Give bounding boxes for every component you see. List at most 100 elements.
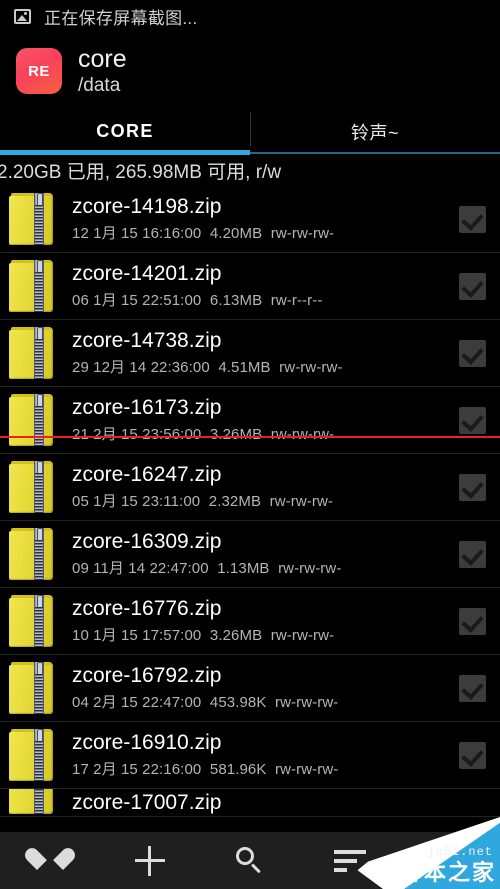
file-time: 22:47:00	[149, 560, 209, 578]
zip-folder-icon	[9, 593, 57, 649]
file-size: 6.13MB	[209, 292, 263, 310]
table-row[interactable]: zcore-16247.zip 05 1月 15 23:11:00 2.32MB…	[0, 454, 500, 521]
zip-folder-icon	[9, 459, 57, 515]
file-date: 10 1月 15	[72, 627, 138, 645]
app-header: RE core /data	[0, 40, 500, 102]
storage-info-text: 2.20GB 已用, 265.98MB 可用, r/w	[0, 161, 282, 183]
file-size: 2.32MB	[208, 493, 262, 511]
tab-core-label: CORE	[96, 121, 154, 141]
file-time: 23:56:00	[142, 426, 202, 444]
file-permissions: rw-rw-rw-	[270, 627, 335, 645]
breadcrumb-path: /data	[78, 74, 121, 96]
file-name: zcore-14201.zip	[72, 261, 222, 285]
file-row-text: zcore-16776.zip 10 1月 15 17:57:00 3.26MB…	[72, 597, 459, 646]
zip-folder-icon	[9, 258, 57, 314]
row-checkbox[interactable]	[459, 205, 486, 233]
table-row[interactable]: zcore-16792.zip 04 2月 15 22:47:00 453.98…	[0, 655, 500, 722]
file-list[interactable]: zcore-14198.zip 12 1月 15 16:16:00 4.20MB…	[0, 186, 500, 832]
zip-folder-icon	[9, 191, 57, 247]
file-name: zcore-16776.zip	[72, 596, 222, 620]
file-date: 04 2月 15	[72, 694, 138, 712]
file-name: zcore-16910.zip	[72, 730, 222, 754]
table-row[interactable]: zcore-14198.zip 12 1月 15 16:16:00 4.20MB…	[0, 186, 500, 253]
file-permissions: rw-r--r--	[270, 292, 323, 310]
storage-info-bar: 2.20GB 已用, 265.98MB 可用, r/w	[0, 155, 500, 185]
file-name: zcore-16309.zip	[72, 529, 222, 553]
file-meta: 06 1月 15 22:51:00 6.13MB rw-r--r--	[72, 289, 459, 310]
file-meta: 10 1月 15 17:57:00 3.26MB rw-rw-rw-	[72, 624, 459, 645]
file-time: 23:11:00	[142, 493, 201, 511]
table-row[interactable]: zcore-17007.zip	[0, 789, 500, 817]
file-time: 22:51:00	[142, 292, 202, 310]
zip-folder-icon	[9, 660, 57, 716]
file-time: 22:16:00	[142, 761, 202, 779]
more-button[interactable]	[400, 832, 500, 889]
file-meta: 29 12月 14 22:36:00 4.51MB rw-rw-rw-	[72, 356, 459, 377]
file-row-text: zcore-16309.zip 09 11月 14 22:47:00 1.13M…	[72, 530, 459, 579]
file-date: 21 2月 15	[72, 426, 138, 444]
file-date: 05 1月 15	[72, 493, 138, 511]
table-row[interactable]: zcore-16776.zip 10 1月 15 17:57:00 3.26MB…	[0, 588, 500, 655]
file-row-text: zcore-14198.zip 12 1月 15 16:16:00 4.20MB…	[72, 195, 459, 244]
row-checkbox[interactable]	[459, 406, 486, 434]
tab-bar: CORE 铃声~	[0, 108, 500, 155]
tab-core[interactable]: CORE	[0, 108, 250, 155]
row-checkbox[interactable]	[459, 607, 486, 635]
file-permissions: rw-rw-rw-	[269, 493, 333, 511]
tab-ringtone-label: 铃声~	[350, 122, 400, 143]
search-button[interactable]	[200, 832, 300, 889]
table-row[interactable]: zcore-16173.zip 21 2月 15 23:56:00 3.26MB…	[0, 387, 500, 454]
file-date: 29 12月 14	[72, 359, 147, 377]
row-checkbox[interactable]	[459, 272, 486, 300]
status-bar-text: 正在保存屏幕截图...	[44, 8, 198, 28]
file-permissions: rw-rw-rw-	[275, 761, 339, 779]
file-size: 3.26MB	[209, 426, 263, 444]
file-time: 17:57:00	[142, 627, 202, 645]
row-checkbox[interactable]	[459, 473, 486, 501]
file-size: 4.51MB	[218, 359, 271, 377]
row-checkbox[interactable]	[459, 540, 486, 568]
zip-folder-icon	[9, 325, 57, 381]
file-meta: 12 1月 15 16:16:00 4.20MB rw-rw-rw-	[72, 222, 459, 243]
tab-ringtone[interactable]: 铃声~	[250, 108, 500, 155]
file-name: zcore-14738.zip	[72, 328, 222, 352]
file-size: 1.13MB	[217, 560, 270, 578]
file-permissions: rw-rw-rw-	[270, 426, 335, 444]
image-saving-icon	[14, 8, 31, 24]
zip-folder-icon	[9, 392, 57, 448]
file-meta: 04 2月 15 22:47:00 453.98K rw-rw-rw-	[72, 691, 459, 712]
file-name: zcore-14198.zip	[72, 194, 222, 218]
row-checkbox[interactable]	[459, 741, 486, 769]
file-row-text: zcore-16792.zip 04 2月 15 22:47:00 453.98…	[72, 664, 459, 713]
row-checkbox[interactable]	[459, 674, 486, 702]
favorites-button[interactable]	[0, 832, 100, 889]
app-title-group: core /data	[78, 46, 127, 95]
plus-icon	[135, 845, 165, 876]
file-meta: 09 11月 14 22:47:00 1.13MB rw-rw-rw-	[72, 557, 459, 578]
file-time: 16:16:00	[142, 225, 202, 243]
sort-icon	[334, 849, 366, 872]
row-checkbox[interactable]	[459, 339, 486, 367]
file-time: 22:47:00	[142, 694, 202, 712]
zip-folder-icon	[9, 727, 57, 783]
file-size: 453.98K	[209, 694, 267, 712]
file-name: zcore-16792.zip	[72, 663, 222, 687]
add-button[interactable]	[100, 832, 200, 889]
more-icon	[438, 849, 462, 873]
file-meta: 05 1月 15 23:11:00 2.32MB rw-rw-rw-	[72, 490, 459, 511]
file-row-text: zcore-14201.zip 06 1月 15 22:51:00 6.13MB…	[72, 262, 459, 311]
file-permissions: rw-rw-rw-	[279, 359, 343, 377]
file-permissions: rw-rw-rw-	[270, 225, 335, 243]
app-icon[interactable]: RE	[16, 48, 62, 94]
status-bar: 正在保存屏幕截图...	[0, 0, 500, 32]
table-row[interactable]: zcore-14201.zip 06 1月 15 22:51:00 6.13MB…	[0, 253, 500, 320]
file-name: zcore-16173.zip	[72, 395, 222, 419]
search-icon	[236, 846, 264, 875]
table-row[interactable]: zcore-14738.zip 29 12月 14 22:36:00 4.51M…	[0, 320, 500, 387]
table-row[interactable]: zcore-16910.zip 17 2月 15 22:16:00 581.96…	[0, 722, 500, 789]
table-row[interactable]: zcore-16309.zip 09 11月 14 22:47:00 1.13M…	[0, 521, 500, 588]
file-meta: 17 2月 15 22:16:00 581.96K rw-rw-rw-	[72, 758, 459, 779]
file-row-text: zcore-16247.zip 05 1月 15 23:11:00 2.32MB…	[72, 463, 459, 512]
zip-folder-icon	[9, 789, 57, 816]
sort-button[interactable]	[300, 832, 400, 889]
